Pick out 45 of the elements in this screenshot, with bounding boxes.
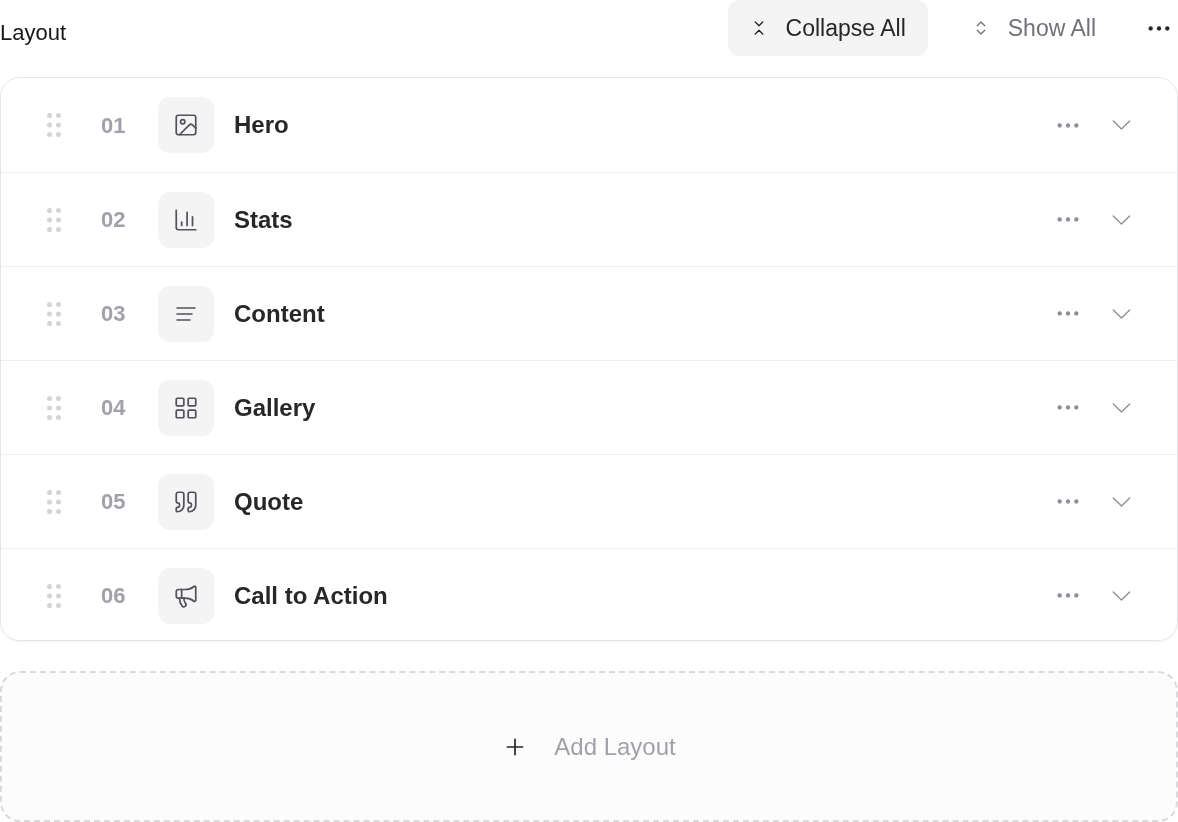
drag-handle-icon[interactable]	[47, 207, 61, 232]
section-row[interactable]: 04 Gallery	[1, 360, 1177, 454]
section-name: Stats	[234, 204, 293, 235]
section-row[interactable]: 02 Stats	[1, 172, 1177, 266]
chevron-down-icon	[1112, 590, 1131, 601]
collapse-all-button[interactable]: Collapse All	[727, 0, 928, 56]
drag-handle-icon[interactable]	[47, 301, 61, 326]
chevron-down-icon	[1112, 214, 1131, 225]
section-number: 04	[101, 394, 127, 422]
chevron-down-icon	[1112, 120, 1131, 130]
drag-handle-icon[interactable]	[47, 489, 61, 514]
section-name: Hero	[234, 110, 289, 140]
image-icon	[173, 112, 199, 138]
section-row[interactable]: 03 Content	[1, 266, 1177, 360]
chevron-down-icon	[1112, 496, 1131, 507]
bar-chart-icon	[173, 206, 199, 233]
section-name: Quote	[234, 486, 304, 517]
section-number: 06	[101, 582, 127, 610]
section-number: 05	[101, 488, 127, 516]
chevron-down-icon	[1112, 402, 1131, 413]
section-row[interactable]: 06 Call to Action	[1, 548, 1177, 641]
expand-toggle-button[interactable]	[1112, 120, 1131, 130]
chevron-down-icon	[1112, 308, 1131, 319]
expand-toggle-button[interactable]	[1112, 402, 1131, 413]
section-row[interactable]: 01 Hero	[1, 78, 1177, 172]
section-name: Call to Action	[234, 580, 388, 611]
expand-toggle-button[interactable]	[1112, 496, 1131, 507]
expand-toggle-button[interactable]	[1112, 214, 1131, 225]
quote-icon	[173, 488, 199, 515]
grid-icon	[173, 394, 199, 421]
section-title: Layout	[0, 18, 67, 47]
section-row[interactable]: 05 Quote	[1, 454, 1177, 548]
section-name: Gallery	[234, 392, 316, 423]
drag-handle-icon[interactable]	[47, 583, 61, 608]
more-options-icon[interactable]	[1148, 25, 1170, 31]
drag-handle-icon[interactable]	[47, 113, 61, 137]
section-number: 02	[101, 206, 127, 234]
section-number: 03	[101, 300, 127, 328]
expand-toggle-button[interactable]	[1112, 590, 1131, 601]
drag-handle-icon[interactable]	[47, 395, 61, 420]
expand-toggle-button[interactable]	[1112, 308, 1131, 319]
megaphone-icon	[173, 582, 199, 609]
section-name: Content	[234, 298, 325, 329]
section-number: 01	[101, 111, 127, 140]
show-all-button[interactable]: Show All	[949, 0, 1118, 56]
